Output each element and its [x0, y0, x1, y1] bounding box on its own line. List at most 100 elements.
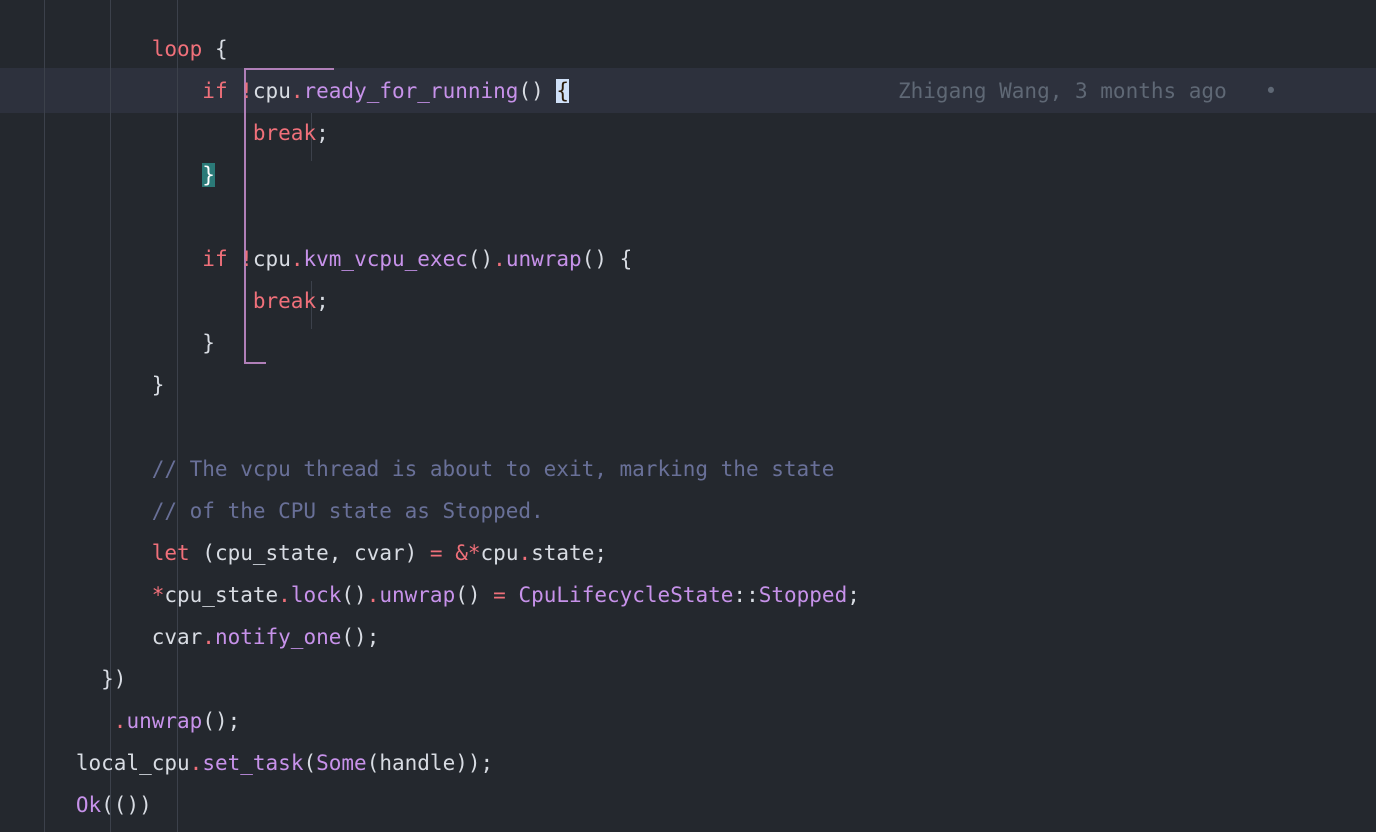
- code-token: loop: [151, 37, 203, 61]
- code-token: (: [189, 541, 215, 565]
- code-token: {: [619, 247, 633, 271]
- code-token: =: [429, 541, 443, 565]
- code-token: .: [189, 751, 203, 775]
- line-comment-1[interactable]: // The vcpu thread is about to exit, mar…: [0, 448, 1376, 490]
- line-close-closure[interactable]: }): [0, 658, 1376, 700]
- bracket-cursor-highlight[interactable]: {: [556, 79, 570, 103]
- line-ok-return[interactable]: Ok(()): [0, 784, 1376, 826]
- line-blank-2[interactable]: [0, 406, 1376, 448]
- code-token: ;: [316, 289, 329, 313]
- code-token: cvar: [354, 541, 405, 565]
- code-token: let: [151, 541, 190, 565]
- line-break-1[interactable]: break;: [0, 112, 1376, 154]
- code-token: .: [290, 79, 304, 103]
- code-token: .: [290, 247, 304, 271]
- line-if-kvm[interactable]: if !cpu.kvm_vcpu_exec().unwrap() {: [0, 238, 1376, 280]
- code-token: state: [531, 541, 595, 565]
- code-token: ;: [366, 625, 380, 649]
- code-token: // The vcpu thread is about to exit, mar…: [151, 457, 835, 481]
- code-token: cpu_state: [164, 583, 279, 607]
- code-token: Stopped: [758, 583, 848, 607]
- code-token: ;: [227, 709, 241, 733]
- code-token: ready_for_running: [303, 79, 519, 103]
- code-token: notify_one: [214, 625, 342, 649]
- code-token: }: [151, 373, 165, 397]
- code-token: break: [252, 121, 317, 145]
- code-token: ,: [328, 541, 355, 565]
- code-token: cpu_state: [214, 541, 329, 565]
- code-token: {: [214, 37, 228, 61]
- code-token: }): [101, 667, 127, 691]
- code-token: Ok: [75, 793, 102, 817]
- code-token: cpu: [252, 247, 291, 271]
- code-token: (): [455, 583, 481, 607]
- code-token: (): [202, 709, 228, 733]
- code-token: unwrap: [505, 247, 582, 271]
- code-token: (()): [101, 793, 152, 817]
- code-token: &*: [455, 541, 481, 565]
- code-token: .: [366, 583, 380, 607]
- code-token: ;: [316, 121, 329, 145]
- line-if-ready[interactable]: if !cpu.ready_for_running() {: [0, 70, 1376, 112]
- code-token: set_task: [202, 751, 304, 775]
- line-set-task[interactable]: local_cpu.set_task(Some(handle));: [0, 742, 1376, 784]
- code-token: (): [467, 247, 494, 271]
- code-token: if: [202, 247, 228, 271]
- line-comment-2[interactable]: // of the CPU state as Stopped.: [0, 490, 1376, 532]
- line-unwrap-chain[interactable]: .unwrap();: [0, 700, 1376, 742]
- line-loop-open[interactable]: loop {: [0, 28, 1376, 70]
- bracket-match-highlight[interactable]: }: [202, 163, 215, 187]
- code-token: unwrap: [379, 583, 456, 607]
- code-token: ;: [594, 541, 607, 565]
- code-token: cpu: [252, 79, 291, 103]
- code-token: .: [278, 583, 291, 607]
- code-token: (): [518, 79, 544, 103]
- code-token: (): [341, 583, 367, 607]
- line-blank-1[interactable]: [0, 196, 1376, 238]
- code-token: Some: [316, 751, 367, 775]
- line-notify-one[interactable]: cvar.notify_one();: [0, 616, 1376, 658]
- code-token: .: [518, 541, 532, 565]
- code-token: (: [366, 751, 380, 775]
- code-token: (): [581, 247, 607, 271]
- code-token: CpuLifecycleState: [518, 583, 734, 607]
- line-assign-stopped[interactable]: *cpu_state.lock().unwrap() = CpuLifecycl…: [0, 574, 1376, 616]
- code-token: ::: [733, 583, 759, 607]
- code-token: cpu: [480, 541, 519, 565]
- code-token: .: [113, 709, 127, 733]
- code-editor-viewport[interactable]: loop { if !cpu.ready_for_running() { bre…: [0, 0, 1376, 832]
- code-token: =: [493, 583, 506, 607]
- line-close-loop[interactable]: }: [0, 364, 1376, 406]
- code-token: .: [202, 625, 215, 649]
- code-token: ;: [847, 583, 860, 607]
- code-token: // of the CPU state as Stopped.: [151, 499, 544, 523]
- line-break-2[interactable]: break;: [0, 280, 1376, 322]
- code-token: if: [202, 79, 228, 103]
- code-token: lock: [290, 583, 342, 607]
- line-close-if-2[interactable]: }: [0, 322, 1376, 364]
- line-let-state[interactable]: let (cpu_state, cvar) = &*cpu.state;: [0, 532, 1376, 574]
- line-close-if-1[interactable]: }: [0, 154, 1376, 196]
- code-token: handle: [379, 751, 456, 775]
- code-token: ): [404, 541, 430, 565]
